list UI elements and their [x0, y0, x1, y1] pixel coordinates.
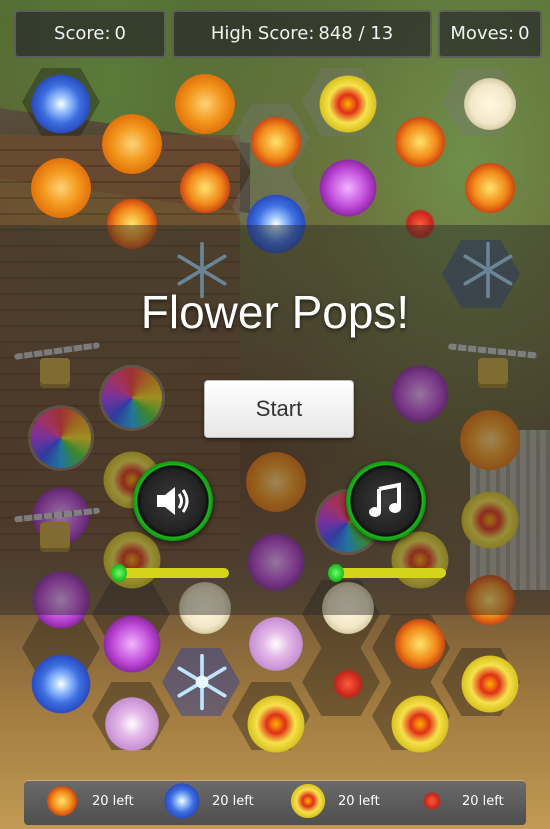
music-slider-knob[interactable] [328, 564, 344, 582]
high-score-value: 848 / 13 [318, 23, 394, 44]
sound-slider-knob[interactable] [111, 564, 127, 582]
music-note-icon [369, 482, 401, 517]
purple-flower-icon[interactable] [102, 614, 162, 674]
pink-flower-icon[interactable] [246, 614, 306, 674]
lily-icon [44, 783, 80, 819]
score-panel: Score: 0 [14, 10, 166, 58]
music-toggle-button[interactable] [346, 461, 426, 541]
sound-toggle-button[interactable] [133, 461, 213, 541]
speaker-icon [157, 487, 189, 515]
goals-bar: 20 left 20 left 20 left 20 left [24, 781, 526, 825]
high-score-label: High Score: [210, 23, 315, 44]
game-title: Flower Pops! [140, 286, 410, 338]
lily-flower-icon[interactable] [390, 112, 450, 172]
yellow-flower-icon[interactable] [318, 74, 378, 134]
purple-flower-icon[interactable] [318, 158, 378, 218]
moves-panel: Moves: 0 [438, 10, 542, 58]
yellow-flower-icon[interactable] [246, 694, 306, 754]
high-score-panel: High Score: 848 / 13 [172, 10, 432, 58]
red-sprig-icon[interactable] [318, 654, 378, 714]
blue-flower-icon [164, 783, 200, 819]
sound-volume-slider[interactable] [111, 564, 229, 582]
blue-flower-icon[interactable] [31, 654, 91, 714]
lily-flower-icon[interactable] [175, 158, 235, 218]
goal-count: 20 left [212, 794, 254, 809]
yellow-flower-icon[interactable] [460, 654, 520, 714]
goal-count: 20 left [338, 794, 380, 809]
lily-flower-icon[interactable] [390, 614, 450, 674]
blue-flower-icon[interactable] [31, 74, 91, 134]
yellow-flower-icon [290, 783, 326, 819]
moves-label: Moves: [450, 23, 515, 44]
goal-count: 20 left [462, 794, 504, 809]
start-button[interactable]: Start [204, 380, 354, 438]
white-flower-icon[interactable] [460, 74, 520, 134]
top-bar: Score: 0 High Score: 848 / 13 Moves: 0 [0, 0, 550, 68]
goal-count: 20 left [92, 794, 134, 809]
orange-flower-icon[interactable] [175, 74, 235, 134]
moves-value: 0 [518, 23, 530, 44]
snowflake-icon[interactable] [172, 652, 232, 712]
orange-flower-icon[interactable] [31, 158, 91, 218]
music-volume-slider[interactable] [328, 564, 446, 582]
score-label: Score: [54, 23, 111, 44]
pink-flower-icon[interactable] [102, 694, 162, 754]
lily-flower-icon[interactable] [246, 112, 306, 172]
score-value: 0 [114, 23, 126, 44]
orange-flower-icon[interactable] [102, 114, 162, 174]
red-sprig-icon [414, 783, 450, 819]
yellow-flower-icon[interactable] [390, 694, 450, 754]
lily-flower-icon[interactable] [460, 158, 520, 218]
